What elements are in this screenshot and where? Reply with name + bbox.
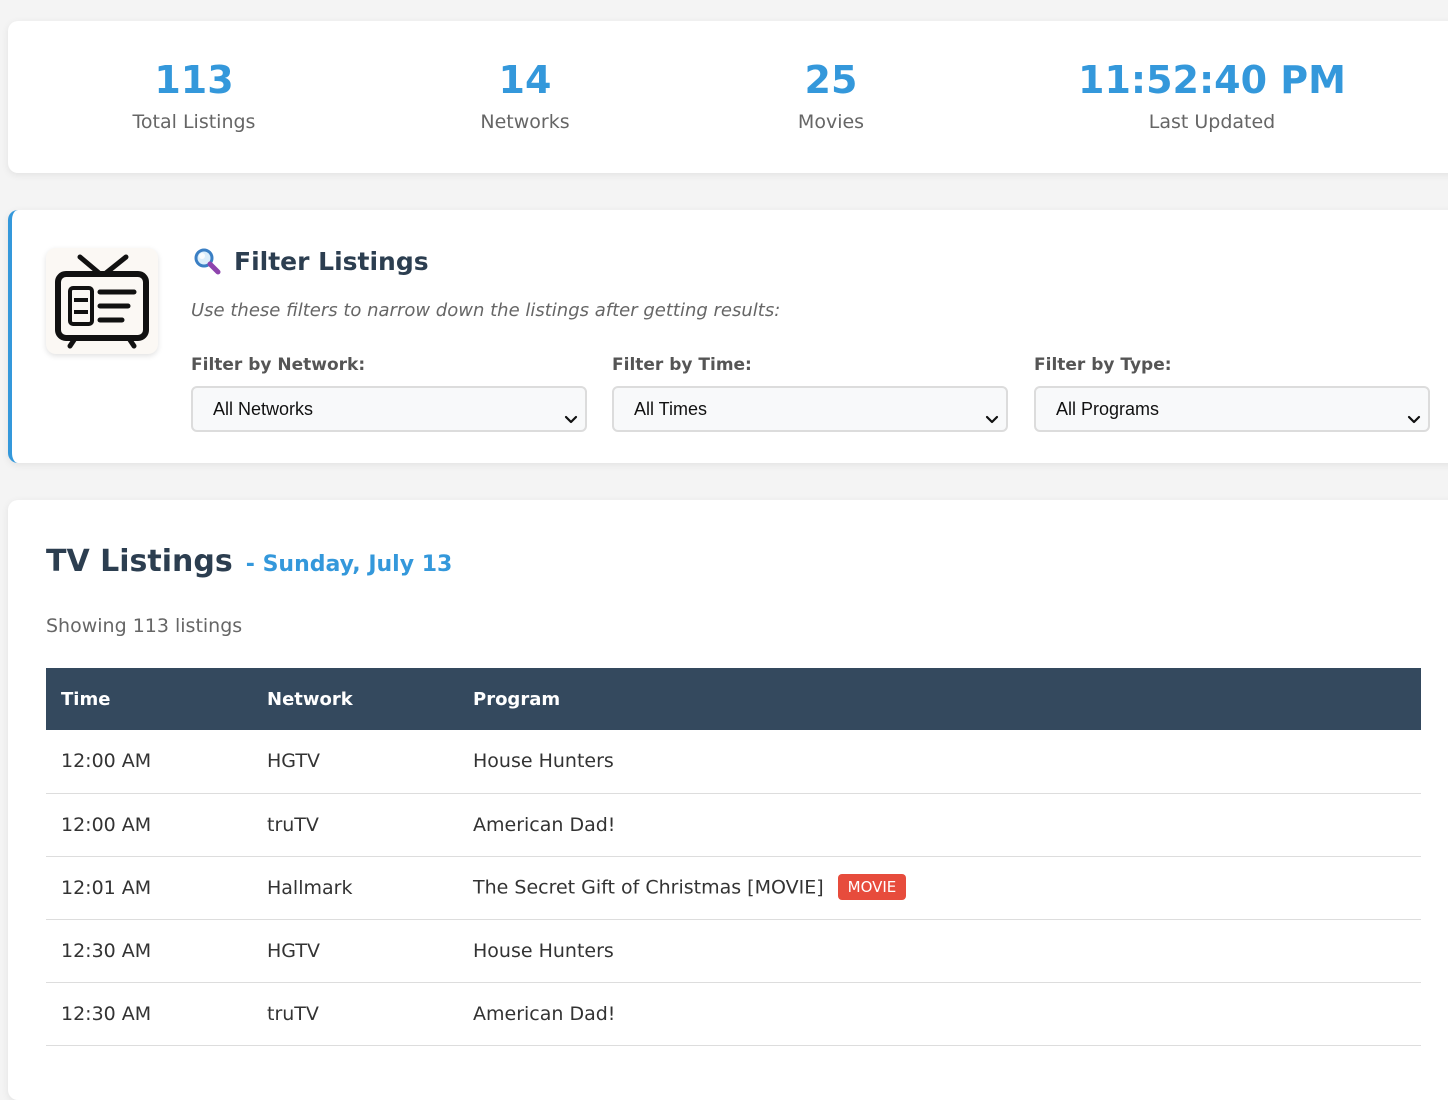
table-row: 12:30 AM HGTV House Hunters — [46, 919, 1421, 983]
cell-network: HGTV — [252, 730, 458, 794]
stat-label: Last Updated — [1148, 111, 1276, 133]
type-select-value: All Programs — [1056, 399, 1160, 419]
type-filter-label: Filter by Type: — [1034, 355, 1172, 375]
stat-value: 11:52:40 PM — [1078, 58, 1346, 102]
cell-time: 12:00 AM — [46, 730, 252, 794]
tv-guide-icon — [46, 248, 158, 354]
stat-last-updated: 11:52:40 PM Last Updated — [1078, 57, 1346, 135]
time-filter: Filter by Time: All Times — [612, 354, 1008, 432]
program-title: The Secret Gift of Christmas [MOVIE] — [473, 876, 824, 898]
cell-program: American Dad! — [458, 982, 1421, 1046]
network-filter-label: Filter by Network: — [191, 355, 366, 375]
program-title: American Dad! — [473, 813, 616, 836]
cell-time: 12:01 AM — [46, 856, 252, 920]
listings-table: Time Network Program 12:00 AM HGTV House… — [46, 668, 1421, 1046]
chevron-down-icon — [1406, 400, 1422, 442]
filter-title-text: Filter Listings — [234, 246, 429, 276]
time-select-value: All Times — [634, 399, 708, 419]
stat-total-listings: 113 Total Listings — [133, 57, 256, 135]
stat-label: Movies — [797, 111, 865, 133]
listings-heading: TV Listings - Sunday, July 13 — [46, 544, 452, 579]
listings-title: TV Listings — [46, 544, 233, 579]
stat-value: 113 — [154, 58, 234, 102]
column-header-program: Program — [458, 668, 1421, 730]
network-select[interactable]: All Networks — [191, 386, 587, 432]
cell-program: House Hunters — [458, 919, 1421, 983]
network-select-value: All Networks — [213, 399, 314, 419]
chevron-down-icon — [563, 400, 579, 442]
cell-network: truTV — [252, 982, 458, 1046]
cell-program: The Secret Gift of Christmas [MOVIE] MOVI… — [458, 856, 1421, 920]
cell-network: truTV — [252, 793, 458, 857]
stat-label: Total Listings — [132, 111, 256, 133]
stat-value: 14 — [498, 58, 552, 102]
cell-time: 12:30 AM — [46, 919, 252, 983]
filter-description: Use these filters to narrow down the lis… — [191, 300, 781, 321]
table-header-row: Time Network Program — [46, 668, 1421, 730]
listings-date: - Sunday, July 13 — [245, 552, 453, 577]
table-row: 12:00 AM HGTV House Hunters — [46, 730, 1421, 794]
cell-time: 12:00 AM — [46, 793, 252, 857]
magnifying-glass-icon — [192, 246, 222, 276]
cell-program: House Hunters — [458, 730, 1421, 794]
program-title: House Hunters — [473, 750, 614, 773]
stat-label: Networks — [480, 111, 570, 133]
cell-program: American Dad! — [458, 793, 1421, 857]
table-row: 12:01 AM Hallmark The Secret Gift of Chr… — [46, 856, 1421, 920]
table-row: 12:30 AM truTV American Dad! — [46, 982, 1421, 1046]
filter-panel: Filter Listings Use these filters to nar… — [8, 210, 1448, 463]
stat-movies: 25 Movies — [798, 57, 864, 135]
time-filter-label: Filter by Time: — [612, 355, 752, 375]
stat-networks: 14 Networks — [480, 57, 569, 135]
cell-time: 12:30 AM — [46, 982, 252, 1046]
column-header-time: Time — [46, 668, 252, 730]
network-filter: Filter by Network: All Networks — [191, 354, 587, 432]
column-header-network: Network — [252, 668, 458, 730]
stats-card: 113 Total Listings 14 Networks 25 Movies… — [8, 21, 1448, 173]
type-filter: Filter by Type: All Programs — [1034, 354, 1430, 432]
stat-value: 25 — [804, 58, 858, 102]
time-select[interactable]: All Times — [612, 386, 1008, 432]
cell-network: HGTV — [252, 919, 458, 983]
table-row: 12:00 AM truTV American Dad! — [46, 793, 1421, 857]
program-title: American Dad! — [473, 1002, 616, 1025]
type-select[interactable]: All Programs — [1034, 386, 1430, 432]
filter-title: Filter Listings — [192, 246, 429, 276]
chevron-down-icon — [984, 400, 1000, 442]
program-title: House Hunters — [473, 939, 614, 962]
listings-count: Showing 113 listings — [46, 615, 243, 637]
cell-network: Hallmark — [252, 856, 458, 920]
movie-badge: MOVIE — [837, 873, 907, 900]
listings-panel: TV Listings - Sunday, July 13 Showing 11… — [8, 500, 1448, 1100]
